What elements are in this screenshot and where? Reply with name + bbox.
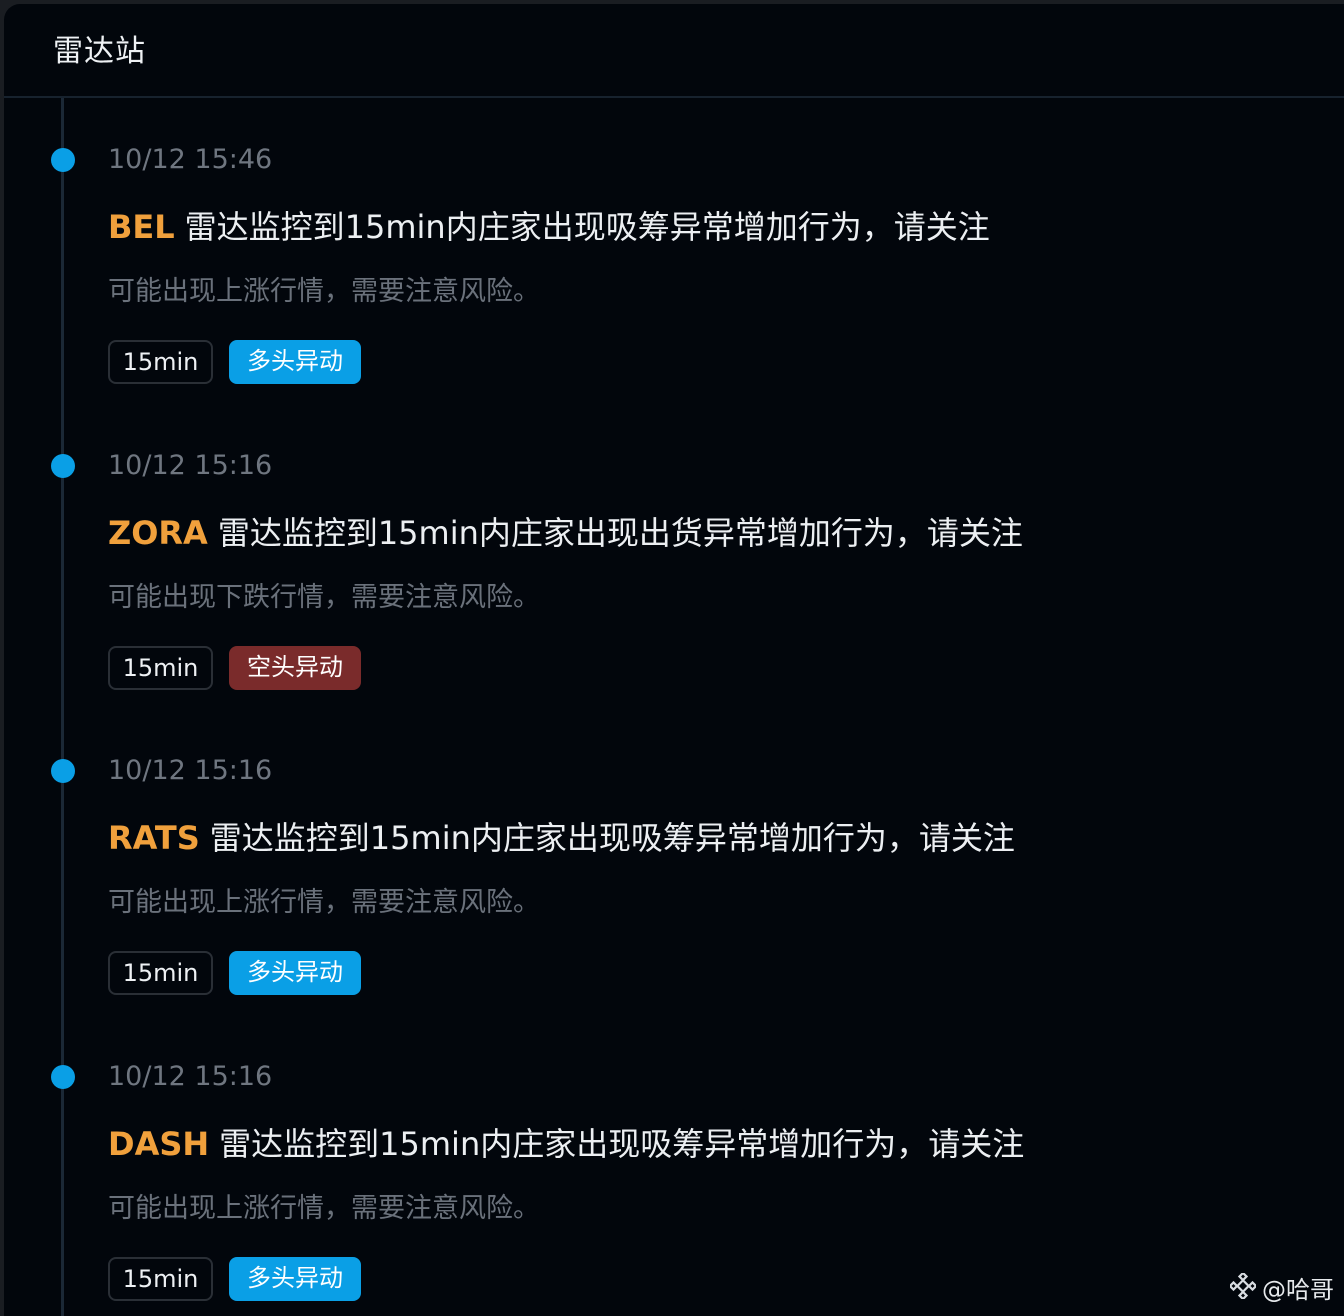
entry-tags: 15min 多头异动 <box>108 1257 361 1301</box>
interval-tag: 15min <box>108 1257 213 1301</box>
signal-tag: 多头异动 <box>229 1257 361 1301</box>
entry-time: 10/12 15:46 <box>108 144 273 175</box>
entry-time: 10/12 15:16 <box>108 1061 273 1092</box>
timeline-entry[interactable]: 10/12 15:16 ZORA 雷达监控到15min内庄家出现出货异常增加行为，… <box>4 310 1344 690</box>
entry-message: 雷达监控到15min内庄家出现出货异常增加行为，请关注 <box>217 514 1023 552</box>
radar-panel: 雷达站 10/12 15:46 BEL 雷达监控到15min内庄家出现吸筹异常增加… <box>4 4 1344 1316</box>
watermark: @哈哥 <box>1228 1271 1334 1306</box>
timeline-entry[interactable]: 10/12 15:16 RATS 雷达监控到15min内庄家出现吸筹异常增加行为，… <box>4 615 1344 995</box>
timeline-dot <box>51 454 75 478</box>
entry-description: 可能出现上涨行情，需要注意风险。 <box>108 276 540 307</box>
entry-description: 可能出现上涨行情，需要注意风险。 <box>108 1193 540 1224</box>
entry-message: 雷达监控到15min内庄家出现吸筹异常增加行为，请关注 <box>219 1125 1025 1163</box>
entry-description: 可能出现上涨行情，需要注意风险。 <box>108 887 540 918</box>
coin-symbol[interactable]: BEL <box>108 208 175 246</box>
entry-message: 雷达监控到15min内庄家出现吸筹异常增加行为，请关注 <box>209 819 1015 857</box>
entry-headline: DASH 雷达监控到15min内庄家出现吸筹异常增加行为，请关注 <box>108 1123 1024 1165</box>
entry-message: 雷达监控到15min内庄家出现吸筹异常增加行为，请关注 <box>184 208 990 246</box>
entry-time: 10/12 15:16 <box>108 755 273 786</box>
timeline-dot <box>51 1065 75 1089</box>
entry-description: 可能出现下跌行情，需要注意风险。 <box>108 582 540 613</box>
binance-logo-icon <box>1228 1271 1258 1306</box>
entry-headline: BEL 雷达监控到15min内庄家出现吸筹异常增加行为，请关注 <box>108 206 990 248</box>
coin-symbol[interactable]: ZORA <box>108 514 208 552</box>
entry-headline: ZORA 雷达监控到15min内庄家出现出货异常增加行为，请关注 <box>108 512 1023 554</box>
entry-headline: RATS 雷达监控到15min内庄家出现吸筹异常增加行为，请关注 <box>108 817 1015 859</box>
timeline-entry[interactable]: 10/12 15:16 DASH 雷达监控到15min内庄家出现吸筹异常增加行为，… <box>4 921 1344 1301</box>
timeline-dot <box>51 759 75 783</box>
watermark-text: @哈哥 <box>1262 1275 1334 1304</box>
entry-time: 10/12 15:16 <box>108 450 273 481</box>
coin-symbol[interactable]: DASH <box>108 1125 209 1163</box>
coin-symbol[interactable]: RATS <box>108 819 200 857</box>
timeline-dot <box>51 148 75 172</box>
timeline-entry[interactable]: 10/12 15:46 BEL 雷达监控到15min内庄家出现吸筹异常增加行为，请… <box>4 4 1344 384</box>
